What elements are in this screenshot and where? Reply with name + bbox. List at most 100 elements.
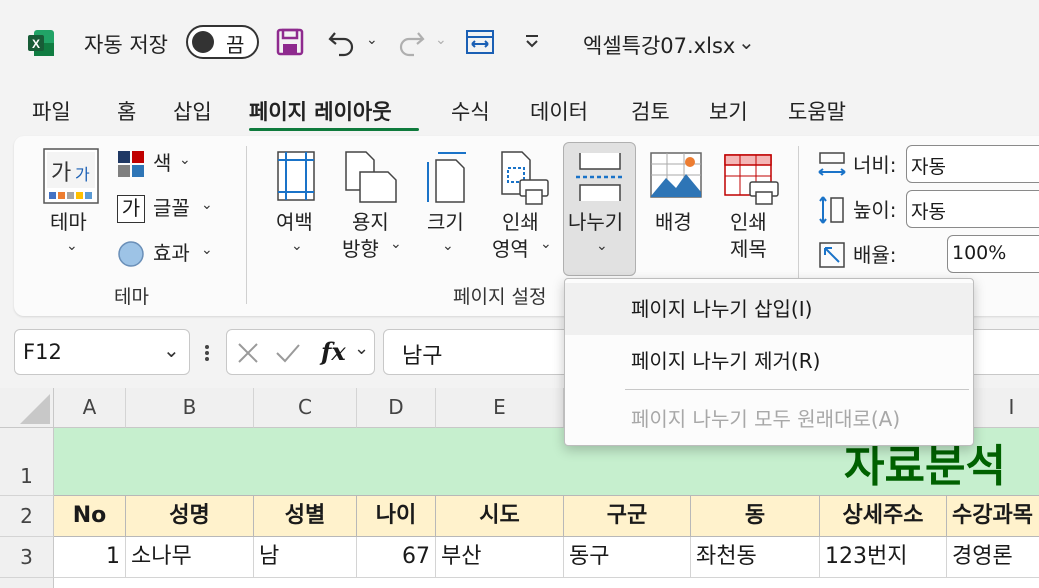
- col-header-d[interactable]: D: [357, 388, 436, 428]
- redo-dropdown-icon: ⌄: [435, 32, 447, 48]
- themes-button[interactable]: 가가 테마 ⌄: [38, 146, 106, 266]
- themes-label: 테마: [50, 210, 87, 234]
- formula-bar-grip-icon[interactable]: [204, 344, 210, 362]
- breaks-chevron-icon: ⌄: [596, 238, 608, 254]
- tab-view[interactable]: 보기: [709, 96, 748, 126]
- row-4-partial: [54, 578, 1039, 588]
- header-cell[interactable]: 상세주소: [820, 496, 947, 537]
- undo-dropdown-icon[interactable]: ⌄: [366, 32, 378, 48]
- header-cell[interactable]: 수강과목: [947, 496, 1039, 537]
- customize-toolbar-icon[interactable]: [522, 32, 542, 56]
- orientation-label-1: 용지: [352, 210, 389, 234]
- fx-chevron-icon[interactable]: ⌄: [354, 338, 369, 359]
- save-icon[interactable]: [275, 27, 305, 61]
- svg-text:가: 가: [51, 161, 71, 186]
- data-cell[interactable]: 남: [254, 537, 357, 578]
- height-icon: [819, 196, 844, 224]
- orientation-chevron-icon: ⌄: [390, 236, 402, 252]
- cancel-icon[interactable]: [237, 342, 259, 364]
- filename-chevron-icon[interactable]: ⌄: [738, 30, 755, 54]
- scale-value: 100%: [952, 242, 1007, 264]
- col-header-e[interactable]: E: [436, 388, 564, 428]
- data-cell[interactable]: 소나무: [126, 537, 254, 578]
- size-icon: [427, 152, 466, 203]
- height-label: 높이:: [853, 198, 897, 222]
- menu-divider: [625, 389, 969, 390]
- enter-icon[interactable]: [275, 342, 301, 364]
- autosave-label: 자동 저장: [84, 33, 168, 57]
- redo-icon: [396, 27, 426, 61]
- data-cell[interactable]: 부산: [436, 537, 564, 578]
- tab-data[interactable]: 데이터: [530, 96, 588, 126]
- header-cell[interactable]: 나이: [357, 496, 436, 537]
- name-box-value: F12: [23, 340, 62, 364]
- insert-page-break-item[interactable]: 페이지 나누기 삽입(I): [565, 283, 973, 335]
- margins-button[interactable]: 여백 ⌄: [266, 146, 330, 266]
- print-area-button[interactable]: 인쇄 영역 ⌄: [488, 146, 556, 266]
- svg-text:X: X: [32, 37, 40, 51]
- insert-function-icon[interactable]: fx: [321, 337, 346, 366]
- data-cell[interactable]: 123번지: [820, 537, 947, 578]
- themes-icon: 가가: [43, 148, 99, 204]
- tab-home[interactable]: 홈: [117, 96, 136, 126]
- col-header-a[interactable]: A: [54, 388, 126, 428]
- header-cell[interactable]: 동: [691, 496, 820, 537]
- header-cell[interactable]: 시도: [436, 496, 564, 537]
- page-setup-quick-icon[interactable]: [464, 27, 496, 61]
- print-area-label-1: 인쇄: [502, 210, 539, 234]
- width-icon: [818, 152, 846, 176]
- colors-button[interactable]: 색 ⌄: [117, 150, 201, 180]
- tab-help[interactable]: 도움말: [788, 96, 846, 126]
- breaks-button[interactable]: 나누기 ⌄: [563, 142, 636, 276]
- size-button[interactable]: 크기 ⌄: [418, 146, 476, 266]
- tab-formulas[interactable]: 수식: [451, 96, 490, 126]
- theme-group-label: 테마: [114, 286, 149, 308]
- row-header-2[interactable]: 2: [0, 496, 54, 537]
- name-box[interactable]: F12 ⌄: [14, 329, 190, 375]
- remove-page-break-item[interactable]: 페이지 나누기 제거(R): [565, 335, 973, 387]
- file-name[interactable]: 엑셀특강07.xlsx: [583, 30, 735, 60]
- background-button[interactable]: 배경: [646, 146, 706, 246]
- row-header-4[interactable]: [0, 578, 54, 588]
- undo-icon[interactable]: [327, 27, 357, 61]
- breaks-label: 나누기: [568, 210, 624, 234]
- row-number: 3: [20, 545, 33, 569]
- data-cell[interactable]: 경영론: [947, 537, 1039, 578]
- size-label: 크기: [427, 210, 464, 234]
- row-header-3[interactable]: 3: [0, 537, 54, 578]
- print-area-icon: [501, 151, 549, 205]
- header-cell[interactable]: 성명: [126, 496, 254, 537]
- tab-review[interactable]: 검토: [631, 96, 670, 126]
- data-cell[interactable]: 좌천동: [691, 537, 820, 578]
- header-cell[interactable]: No: [54, 496, 126, 537]
- width-select[interactable]: 자동: [906, 145, 1039, 183]
- data-cell[interactable]: 67: [357, 537, 436, 578]
- scale-spinner[interactable]: 100%: [947, 235, 1039, 273]
- tab-file[interactable]: 파일: [32, 96, 71, 126]
- header-cell[interactable]: 구군: [564, 496, 691, 537]
- height-value: 자동: [911, 201, 946, 223]
- tab-insert[interactable]: 삽입: [173, 96, 212, 126]
- autosave-toggle[interactable]: 끔: [186, 25, 259, 59]
- col-header-c[interactable]: C: [254, 388, 357, 428]
- width-value: 자동: [911, 156, 946, 178]
- select-all-corner[interactable]: [0, 388, 54, 428]
- data-cell[interactable]: 동구: [564, 537, 691, 578]
- header-cell[interactable]: 성별: [254, 496, 357, 537]
- row-header-1[interactable]: 1: [0, 428, 54, 496]
- scale-label: 배율:: [853, 243, 897, 267]
- tab-page-layout[interactable]: 페이지 레이아웃: [249, 96, 392, 126]
- svg-text:가: 가: [75, 165, 90, 184]
- print-titles-button[interactable]: 인쇄 제목: [718, 146, 782, 266]
- print-area-chevron-icon: ⌄: [540, 236, 552, 252]
- fonts-icon: 가: [117, 195, 145, 223]
- data-cell[interactable]: 1: [54, 537, 126, 578]
- orientation-button[interactable]: 용지 방향 ⌄: [340, 146, 406, 266]
- col-header-b[interactable]: B: [126, 388, 254, 428]
- effects-button[interactable]: 효과 ⌄: [117, 240, 217, 270]
- excel-logo-icon[interactable]: X: [26, 28, 56, 58]
- formula-actions: fx ⌄: [226, 329, 375, 375]
- fonts-button[interactable]: 가 글꼴 ⌄: [117, 195, 217, 225]
- height-select[interactable]: 자동: [906, 190, 1039, 228]
- page-setup-group-label: 페이지 설정: [453, 286, 547, 308]
